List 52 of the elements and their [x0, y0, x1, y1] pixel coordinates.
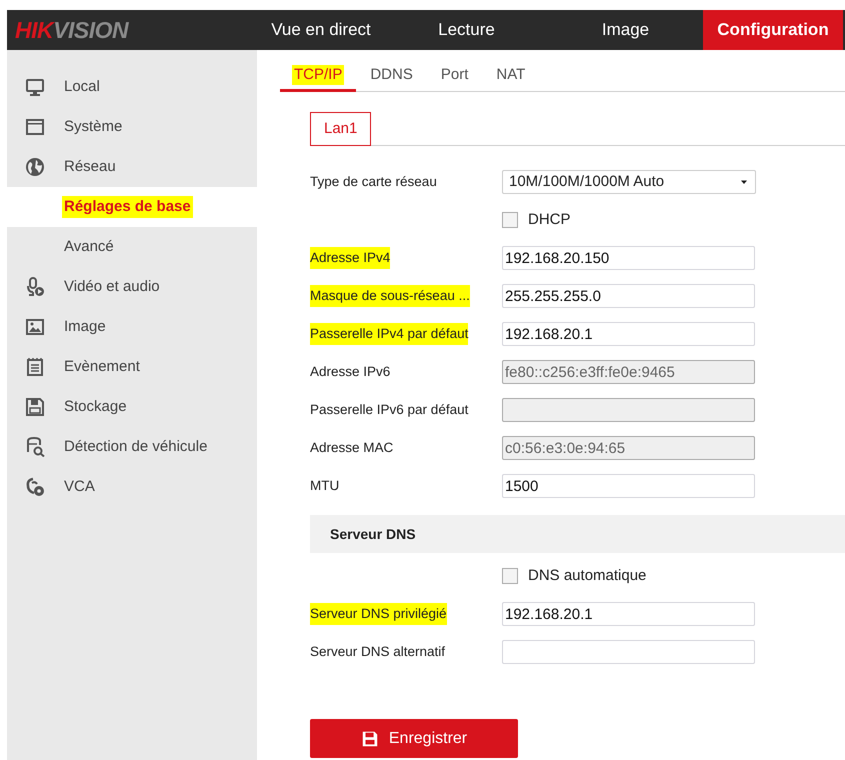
- microphone-icon: [25, 277, 45, 297]
- globe-icon: [25, 157, 45, 177]
- camera-gear-icon: [25, 477, 45, 497]
- input-field[interactable]: 192.168.20.1: [502, 602, 755, 626]
- image-icon: [25, 317, 45, 337]
- input-field[interactable]: 192.168.20.1: [502, 322, 755, 346]
- sidebar-item[interactable]: Stockage: [7, 387, 257, 427]
- input-field[interactable]: 1500: [502, 474, 755, 498]
- checkbox[interactable]: [502, 212, 518, 228]
- sidebar-item[interactable]: Réseau: [7, 147, 257, 187]
- input-field[interactable]: 192.168.20.150: [502, 246, 755, 270]
- save-icon: [360, 730, 379, 748]
- sidebar-item[interactable]: Détection de véhicule: [7, 427, 257, 467]
- sidebar-item[interactable]: Evènement: [7, 347, 257, 387]
- field-label: Adresse IPv6: [310, 363, 390, 381]
- tab[interactable]: Port: [426, 62, 482, 92]
- input-field[interactable]: 255.255.255.0: [502, 284, 755, 308]
- field-label: MTU: [310, 477, 340, 495]
- logo: HIKVISION: [14, 16, 130, 45]
- section-header: Serveur DNS: [310, 515, 845, 553]
- field-label: Type de carte réseau: [310, 173, 437, 191]
- checkbox[interactable]: [502, 568, 518, 584]
- field-label: Adresse MAC: [310, 439, 394, 457]
- nav-tab[interactable]: Vue en direct: [257, 10, 385, 50]
- monitor-icon: [25, 77, 45, 97]
- nav-tab[interactable]: Image: [548, 10, 703, 50]
- input-field[interactable]: [502, 640, 755, 664]
- tab[interactable]: NAT: [482, 62, 540, 92]
- sidebar-item[interactable]: Réglages de base: [7, 187, 257, 227]
- save-button[interactable]: Enregistrer: [310, 719, 518, 758]
- sidebar-item[interactable]: Image: [7, 307, 257, 347]
- calendar-icon: [25, 357, 45, 377]
- window-icon: [25, 117, 45, 137]
- sidebar-item[interactable]: Local: [7, 67, 257, 107]
- sidebar-item[interactable]: Système: [7, 107, 257, 147]
- field-label: Adresse IPv4: [310, 247, 390, 269]
- tab[interactable]: TCP/IP: [280, 62, 356, 92]
- sidebar-item[interactable]: VCA: [7, 467, 257, 507]
- field-label: Masque de sous-réseau ...: [310, 285, 470, 307]
- tab[interactable]: DDNS: [356, 62, 427, 92]
- field-label: Serveur DNS privilégié: [310, 603, 447, 625]
- sub-tab[interactable]: Lan1: [310, 112, 372, 146]
- nav-tab[interactable]: Configuration: [703, 10, 843, 50]
- dropdown[interactable]: 10M/100M/1000M Auto: [502, 170, 756, 194]
- nav-tab[interactable]: Lecture: [385, 10, 548, 50]
- field-label: Passerelle IPv6 par défaut: [310, 401, 468, 419]
- sidebar-item[interactable]: Avancé: [7, 227, 257, 267]
- checkbox-label: DHCP: [528, 210, 571, 230]
- sidebar-item[interactable]: Vidéo et audio: [7, 267, 257, 307]
- vehicle-search-icon: [25, 437, 45, 457]
- field-label: Serveur DNS alternatif: [310, 643, 446, 661]
- checkbox-label: DNS automatique: [528, 566, 646, 586]
